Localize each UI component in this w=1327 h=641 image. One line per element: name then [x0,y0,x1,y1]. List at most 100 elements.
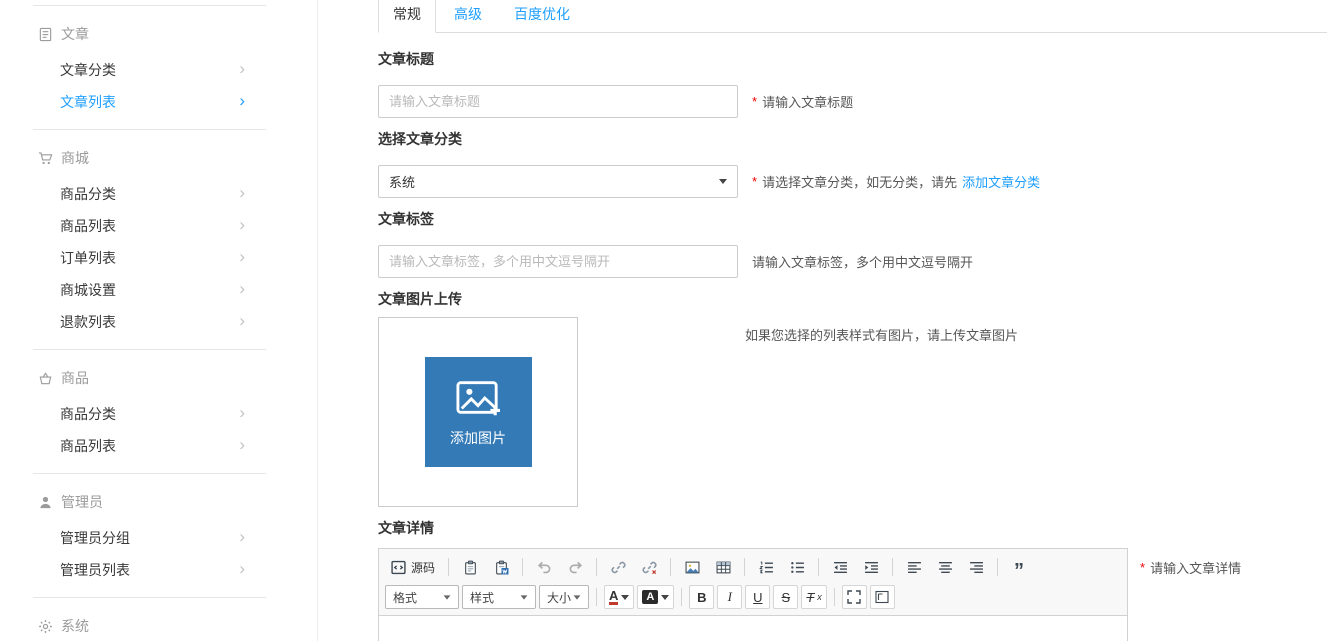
sidebar-item-refund-list[interactable]: 退款列表 › [0,306,317,338]
align-center-icon [938,560,953,575]
sidebar-item-product-category[interactable]: 商品分类 › [0,398,317,430]
document-icon [38,27,53,42]
add-article-category-link[interactable]: 添加文章分类 [962,172,1040,191]
strikethrough-button[interactable]: S [773,585,798,609]
undo-button[interactable] [530,555,558,579]
indent-button[interactable] [857,555,885,579]
help-text: 请输入文章详情 [1150,558,1241,577]
unlink-button[interactable] [635,555,663,579]
field-help: * 请输入文章详情 [1140,558,1241,577]
field-article-detail: 文章详情 源码 [378,520,1327,641]
remove-format-button[interactable]: Tx [801,585,826,609]
insert-image-button[interactable] [678,555,706,579]
outdent-button[interactable] [826,555,854,579]
link-icon [611,560,626,575]
caret-down-icon [444,595,451,599]
blockquote-button[interactable]: ” [1005,555,1033,579]
add-image-icon [452,376,504,420]
toolbar-separator [892,558,893,576]
field-article-title: 文章标题 * 请输入文章标题 [378,51,1327,118]
paste-icon [463,560,478,575]
chevron-right-icon: › [239,184,245,201]
add-image-button[interactable]: 添加图片 [425,357,532,467]
tab-general[interactable]: 常规 [378,0,436,33]
font-size-select-label: 大小 [547,589,571,606]
background-color-button[interactable]: A [637,585,674,609]
sidebar-section-label: 系统 [61,616,89,636]
field-help: * 请选择文章分类，如无分类，请先 添加文章分类 [752,172,1040,191]
toolbar-separator [448,558,449,576]
help-text: 请输入文章标题 [762,92,853,111]
paste-from-word-button[interactable] [487,555,515,579]
text-color-button[interactable]: A [604,585,634,609]
editor-content[interactable] [379,616,1127,641]
ordered-list-button[interactable] [752,555,780,579]
sidebar-section-label: 管理员 [61,492,103,512]
field-help: * 请输入文章标题 [752,92,853,111]
align-right-button[interactable] [962,555,990,579]
redo-button[interactable] [561,555,589,579]
sidebar-item-admin-group[interactable]: 管理员分组 › [0,522,317,554]
caret-down-icon [621,595,629,600]
help-text: 请选择文章分类，如无分类，请先 [762,172,957,191]
sidebar-item-goods-list[interactable]: 商品列表 › [0,210,317,242]
align-left-icon [907,560,922,575]
sidebar-section-header-admin: 管理员 [0,474,317,522]
align-left-button[interactable] [900,555,928,579]
sidebar-item-order-list[interactable]: 订单列表 › [0,242,317,274]
sidebar-item-article-list[interactable]: 文章列表 › [0,86,317,118]
article-tags-input[interactable] [378,245,738,278]
article-category-select[interactable]: 系统 [378,165,738,198]
sidebar-item-goods-category[interactable]: 商品分类 › [0,178,317,210]
tab-baidu-seo[interactable]: 百度优化 [500,0,584,32]
unordered-list-button[interactable] [783,555,811,579]
tab-bar: 常规 高级 百度优化 [378,0,1327,33]
align-center-button[interactable] [931,555,959,579]
field-label: 选择文章分类 [378,131,1327,147]
main-content: 常规 高级 百度优化 文章标题 * 请输入文章标题 选择文章分类 [318,0,1327,641]
italic-button[interactable]: I [717,585,742,609]
toolbar-separator [744,558,745,576]
style-select[interactable]: 样式 [462,585,536,609]
source-code-button[interactable]: 源码 [385,555,441,579]
field-article-category: 选择文章分类 系统 * 请选择文章分类，如无分类，请先 添加文章分类 [378,131,1327,198]
show-blocks-button[interactable] [870,585,895,609]
toolbar-separator [997,558,998,576]
font-size-select[interactable]: 大小 [539,585,589,609]
field-label: 文章详情 [378,520,1327,536]
chevron-right-icon: › [239,404,245,421]
chevron-right-icon: › [239,216,245,233]
selected-option: 系统 [389,172,415,191]
sidebar-item-mall-settings[interactable]: 商城设置 › [0,274,317,306]
chevron-right-icon: › [239,436,245,453]
app-window: 文章 文章分类 › 文章列表 › 商城 商品分类 › 商品列表 [0,0,1327,641]
sidebar-item-admin-list[interactable]: 管理员列表 › [0,554,317,586]
format-select[interactable]: 格式 [385,585,459,609]
sidebar-item-label: 管理员列表 [60,560,130,580]
cart-icon [38,151,53,166]
toolbar-separator [670,558,671,576]
sidebar-item-article-category[interactable]: 文章分类 › [0,54,317,86]
paste-button[interactable] [456,555,484,579]
help-text: 如果您选择的列表样式有图片，请上传文章图片 [745,325,1018,344]
toolbar-separator [834,588,835,606]
insert-table-button[interactable] [709,555,737,579]
chevron-right-icon: › [239,312,245,329]
sidebar-section-header-article: 文章 [0,6,317,54]
underline-button[interactable]: U [745,585,770,609]
select-arrow-icon [719,179,727,184]
tab-advanced[interactable]: 高级 [440,0,496,32]
toolbar-separator [681,588,682,606]
sidebar-item-label: 商品列表 [60,216,116,236]
maximize-icon [847,590,861,604]
format-select-label: 格式 [393,589,417,606]
article-title-input[interactable] [378,85,738,118]
link-button[interactable] [604,555,632,579]
bold-button[interactable]: B [689,585,714,609]
field-help: 如果您选择的列表样式有图片，请上传文章图片 [745,325,1018,344]
toolbar-separator [522,558,523,576]
maximize-button[interactable] [842,585,867,609]
sidebar-item-product-list[interactable]: 商品列表 › [0,430,317,462]
chevron-right-icon: › [239,528,245,545]
toolbar-separator [596,558,597,576]
